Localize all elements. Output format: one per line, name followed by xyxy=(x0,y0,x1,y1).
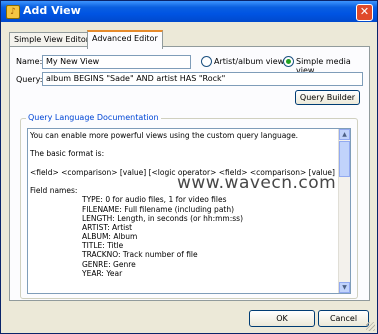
query-input[interactable]: album BEGINS "Sade" AND artist HAS "Rock… xyxy=(42,72,363,86)
artist-album-view-label: Artist/album view xyxy=(214,57,285,66)
doc-field-line: TRACKNO: Track number of file xyxy=(82,250,198,260)
doc-field-line: ALBUM: Album xyxy=(82,232,138,242)
window-title: Add View xyxy=(23,4,81,17)
query-docs-title: Query Language Documentation xyxy=(26,113,161,122)
doc-line: The basic format is: xyxy=(30,149,105,159)
artist-album-view-radio[interactable] xyxy=(201,56,212,67)
name-input[interactable]: My New View xyxy=(42,55,191,69)
doc-field-line: GENRE: Genre xyxy=(82,259,136,269)
query-builder-button[interactable]: Query Builder xyxy=(295,90,360,105)
scroll-thumb[interactable] xyxy=(339,141,350,177)
cancel-button[interactable]: Cancel xyxy=(318,310,369,327)
doc-line xyxy=(30,140,335,149)
query-docs-content: You can enable more powerful views using… xyxy=(30,131,350,278)
watermark: www.wavecn.com xyxy=(177,173,337,193)
close-button[interactable]: ✕ xyxy=(356,4,373,21)
resize-grip-icon[interactable] xyxy=(366,322,375,331)
chevron-down-icon: ▼ xyxy=(342,284,347,291)
ok-button[interactable]: OK xyxy=(249,310,315,327)
query-label: Query: xyxy=(16,75,43,84)
doc-field-line: FILENAME: Full filename (including path) xyxy=(82,204,235,214)
tab-advanced-editor[interactable]: Advanced Editor xyxy=(87,30,163,49)
close-icon: ✕ xyxy=(359,5,370,18)
add-view-dialog: ♪ Add View ✕ Simple View Editor Advanced… xyxy=(0,0,378,334)
chevron-up-icon: ▲ xyxy=(342,131,347,138)
simple-media-view-radio[interactable] xyxy=(283,56,294,67)
doc-field-line: TITLE: Title xyxy=(82,241,124,251)
doc-line: You can enable more powerful views using… xyxy=(30,131,299,140)
doc-field-line: YEAR: Year xyxy=(82,268,123,278)
doc-field-line: ARTIST: Artist xyxy=(82,222,133,232)
query-docs-textarea[interactable]: You can enable more powerful views using… xyxy=(27,128,351,294)
doc-line xyxy=(30,159,335,168)
name-label: Name: xyxy=(16,57,43,66)
scroll-up-button[interactable]: ▲ xyxy=(339,129,350,140)
tab-simple-view-editor[interactable]: Simple View Editor xyxy=(9,32,95,47)
docs-scrollbar[interactable]: ▲ ▼ xyxy=(338,129,350,293)
doc-field-line: TYPE: 0 for audio files, 1 for video fil… xyxy=(82,195,227,205)
doc-field-line: LENGTH: Length, in seconds (or hh:mm:ss) xyxy=(82,213,243,223)
title-bar[interactable]: ♪ Add View ✕ xyxy=(1,1,377,22)
query-docs-group: Query Language Documentation You can ena… xyxy=(20,113,358,299)
app-icon: ♪ xyxy=(6,5,20,19)
scroll-down-button[interactable]: ▼ xyxy=(339,282,350,293)
